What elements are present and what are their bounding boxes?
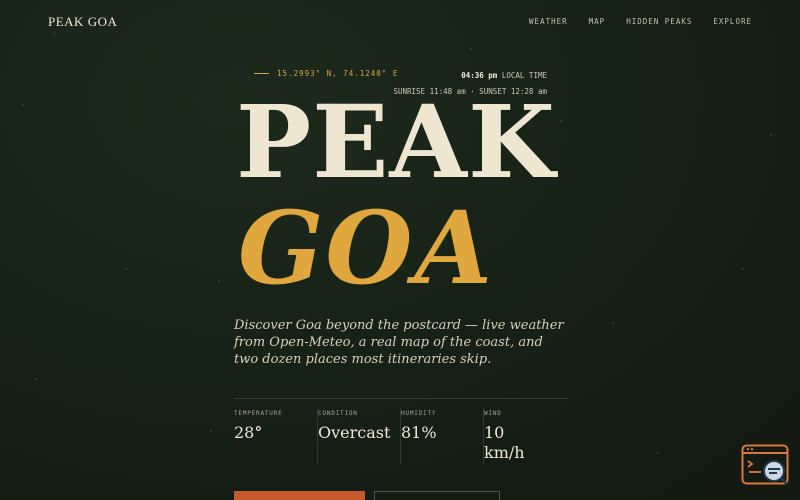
nav-link-map[interactable]: MAP [589, 17, 606, 26]
stat-value: 28° [234, 423, 263, 442]
main-nav: WEATHER MAP HIDDEN PEAKS EXPLORE [529, 17, 752, 26]
background-speckle [560, 120, 562, 122]
hero-tagline: Discover Goa beyond the postcard — live … [234, 318, 564, 367]
background-speckle [657, 452, 659, 454]
local-time-label: LOCAL TIME [501, 71, 547, 80]
stat-wind: WIND 10 km/h [483, 408, 566, 464]
background-speckle [35, 378, 37, 380]
nav-link-hidden-peaks[interactable]: HIDDEN PEAKS [626, 17, 692, 26]
local-time-value: 04:36 pm [461, 71, 498, 80]
local-time: 04:36 pm LOCAL TIME [393, 71, 547, 80]
stats-divider [234, 398, 568, 399]
coordinates-dash [254, 73, 269, 74]
background-speckle [210, 430, 212, 432]
primary-cta-button[interactable] [234, 491, 365, 500]
nav-link-explore[interactable]: EXPLORE [713, 17, 752, 26]
background-speckle [125, 268, 127, 270]
nav-link-weather[interactable]: WEATHER [529, 17, 568, 26]
secondary-cta-button[interactable] [374, 491, 500, 500]
stat-condition: CONDITION Overcast [317, 408, 400, 464]
stat-value: Overcast [318, 423, 391, 442]
coordinates-row: 15.2993° N, 74.1240° E [254, 69, 398, 78]
stat-label: WIND [484, 410, 502, 417]
stat-temperature: TEMPERATURE 28° [234, 408, 317, 464]
background-speckle [218, 280, 220, 282]
site-logo[interactable]: PEAK GOA [48, 14, 117, 30]
background-speckle [22, 104, 24, 106]
chat-bot-icon[interactable] [741, 444, 789, 486]
background-speckle [470, 48, 472, 50]
hero-title-line-2: GOA [238, 189, 495, 307]
stat-label: HUMIDITY [401, 410, 437, 417]
stat-label: CONDITION [318, 410, 358, 417]
background-speckle [770, 134, 772, 136]
background-speckle [53, 33, 55, 35]
background-speckle [612, 322, 614, 324]
stat-label: TEMPERATURE [234, 410, 283, 417]
stat-humidity: HUMIDITY 81% [400, 408, 483, 464]
stat-value: 81% [401, 423, 437, 442]
stat-value: 10 km/h [484, 423, 525, 462]
background-speckle [742, 268, 744, 270]
coordinates-text: 15.2993° N, 74.1240° E [277, 69, 399, 78]
hero-title-line-1: PEAK [236, 83, 556, 201]
weather-stats: TEMPERATURE 28° CONDITION Overcast HUMID… [234, 408, 566, 464]
